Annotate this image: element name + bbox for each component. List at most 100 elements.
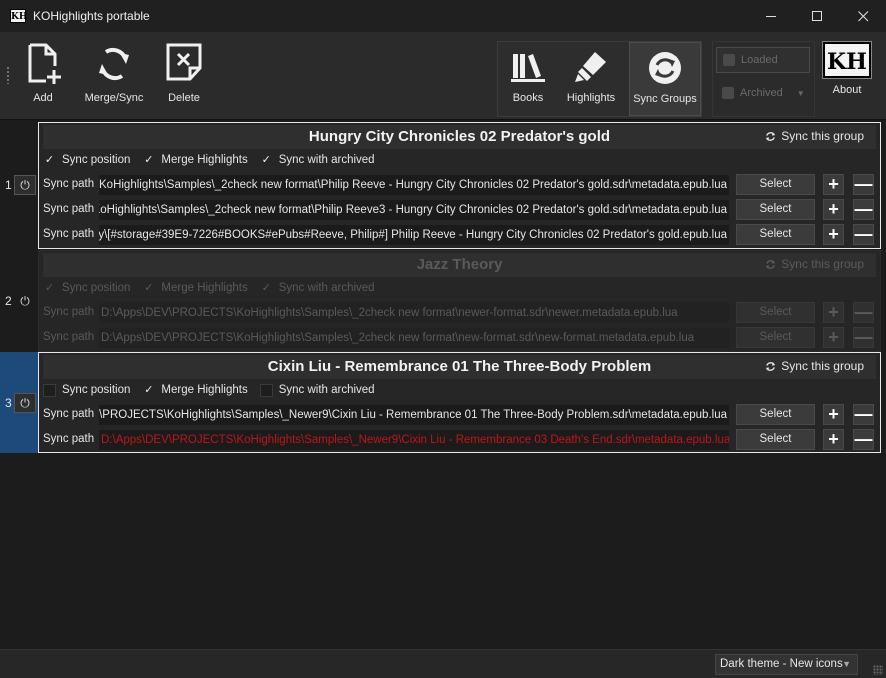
sync-position-checkbox[interactable]: ✓ Sync position [43,282,131,295]
power-toggle-button[interactable]: ⏻ [14,392,36,413]
about-button[interactable]: KH About [822,41,872,112]
select-button[interactable]: Select [736,429,815,450]
add-path-button[interactable]: + [823,174,844,195]
add-path-button[interactable]: + [823,404,844,425]
books-icon [511,54,545,82]
group-number: 2 [5,294,12,308]
option-label: Sync position [62,282,131,294]
option-label: Sync with archived [278,154,375,166]
add-path-button[interactable]: + [823,302,844,323]
dropdown-arrow-icon: ▼ [796,88,805,98]
power-toggle-button[interactable]: ⏻ [14,291,36,311]
add-path-button[interactable]: + [823,224,844,245]
status-bar: Dark theme - New icons ▼ [0,649,886,678]
sync-position-checkbox[interactable]: ✓ Sync position [43,153,131,167]
maximize-button[interactable] [794,0,840,32]
sync-this-group-button[interactable]: Sync this group [764,359,864,373]
group-gutter-1: 1 ⏻ [0,121,38,249]
resize-grip[interactable] [873,665,883,675]
sync-path-field-error[interactable]: D:\Apps\DEV\PROJECTS\KoHighlights\Sample… [99,430,729,450]
merge-highlights-checkbox[interactable]: ✓ Merge Highlights [142,384,247,397]
sync-path-row: Sync path D:\Apps\DEV\PROJECTS\KoHighlig… [39,223,880,247]
window-controls [748,0,886,32]
add-path-button[interactable]: + [823,199,844,220]
sync-path-field[interactable]: D:\Apps\DEV\PROJECTS\KoHighlights\Sample… [99,175,729,195]
delete-label: Delete [168,92,200,104]
sync-this-group-button[interactable]: Sync this group [764,129,864,143]
remove-path-button[interactable]: — [853,327,874,348]
sync-archived-checkbox[interactable]: ✓ Sync with archived [260,154,375,167]
close-icon [857,10,868,21]
option-label: Sync with archived [278,282,375,294]
add-label: Add [33,92,53,104]
check-icon: ✓ [44,153,55,166]
sync-this-group-button[interactable]: Sync this group [764,257,864,271]
close-button[interactable] [840,0,886,32]
books-view-button[interactable]: Books [502,42,554,116]
sync-path-field[interactable]: D:\Apps\DEV\PROJECTS\KoHighlights\Sample… [99,405,729,425]
sync-group-1: Hungry City Chronicles 02 Predator's gol… [38,122,881,249]
select-button[interactable]: Select [736,224,815,245]
select-button[interactable]: Select [736,327,815,348]
sync-this-group-label: Sync this group [781,129,864,143]
sync-path-field[interactable]: D:\Apps\DEV\PROJECTS\KoHighlights\Sample… [99,328,729,348]
minimize-icon [765,15,776,17]
sync-circle-icon [649,52,681,84]
merge-sync-button[interactable]: Merge/Sync [82,42,146,112]
sync-path-field[interactable]: D:\Apps\DEV\PROJECTS\KoHighlights\Sample… [99,225,729,245]
checkbox-box [259,383,273,397]
remove-path-button[interactable]: — [853,224,874,245]
merge-highlights-checkbox[interactable]: ✓ Merge Highlights [142,282,247,295]
archived-filter-button[interactable]: Archived ▼ [716,80,810,106]
sync-path-row: Sync path D:\Apps\DEV\PROJECTS\KoHighlig… [39,173,880,197]
toolbar-grip-handle[interactable] [6,66,10,84]
minimize-button[interactable] [748,0,794,32]
option-label: Sync position [62,154,131,166]
delete-button[interactable]: Delete [163,42,205,112]
add-file-icon [28,43,61,84]
sync-groups-view-button[interactable]: Sync Groups [629,42,701,116]
books-label: Books [512,92,544,104]
group-options: ✓ Sync position ✓ Merge Highlights ✓ Sync w… [43,279,387,297]
sync-path-field[interactable]: D:\Apps\DEV\PROJECTS\KoHighlights\Sample… [99,200,729,220]
add-button[interactable]: Add [24,42,62,112]
sync-path-field[interactable]: D:\Apps\DEV\PROJECTS\KoHighlights\Sample… [99,303,729,323]
select-button[interactable]: Select [736,174,815,195]
toolbar: Add Merge/Sync Delete Books Highlights S… [0,32,886,120]
select-button[interactable]: Select [736,199,815,220]
sync-this-group-label: Sync this group [781,257,864,271]
filter-group: Loaded Archived ▼ [712,41,815,117]
theme-select[interactable]: Dark theme - New icons ▼ [715,654,858,675]
sync-group-3: Cixin Liu - Remembrance 01 The Three-Bod… [38,352,881,453]
merge-sync-label: Merge/Sync [84,92,144,104]
database-icon [723,54,735,66]
option-label: Merge Highlights [161,282,248,294]
remove-path-button[interactable]: — [853,302,874,323]
sync-path-label: Sync path [43,306,95,318]
highlights-view-button[interactable]: Highlights [560,42,622,116]
title-bar: KH KOHighlights portable [0,0,886,32]
sync-archived-checkbox[interactable]: Sync with archived [259,383,375,397]
select-button[interactable]: Select [736,404,815,425]
sync-archived-checkbox[interactable]: ✓ Sync with archived [260,282,375,295]
group-gutter-3: 3 ⏻ [0,352,38,453]
remove-path-button[interactable]: — [853,429,874,450]
loaded-filter-button[interactable]: Loaded [716,47,810,73]
sync-path-row: Sync path D:\Apps\DEV\PROJECTS\KoHighlig… [39,326,880,350]
add-path-button[interactable]: + [823,429,844,450]
add-path-button[interactable]: + [823,327,844,348]
window-title: KOHighlights portable [33,9,150,23]
sync-position-checkbox[interactable]: Sync position [43,383,130,397]
option-label: Merge Highlights [161,384,248,396]
option-label: Merge Highlights [161,154,248,166]
select-button[interactable]: Select [736,302,815,323]
group-title: Cixin Liu - Remembrance 01 The Three-Bod… [43,355,876,379]
sync-icon [766,361,776,371]
checkbox-box [43,383,56,397]
remove-path-button[interactable]: — [853,404,874,425]
remove-path-button[interactable]: — [853,174,874,195]
merge-highlights-checkbox[interactable]: ✓ Merge Highlights [142,154,247,167]
remove-path-button[interactable]: — [853,199,874,220]
power-toggle-button[interactable]: ⏻ [14,175,36,195]
sync-path-row: Sync path D:\Apps\DEV\PROJECTS\KoHighlig… [39,198,880,222]
